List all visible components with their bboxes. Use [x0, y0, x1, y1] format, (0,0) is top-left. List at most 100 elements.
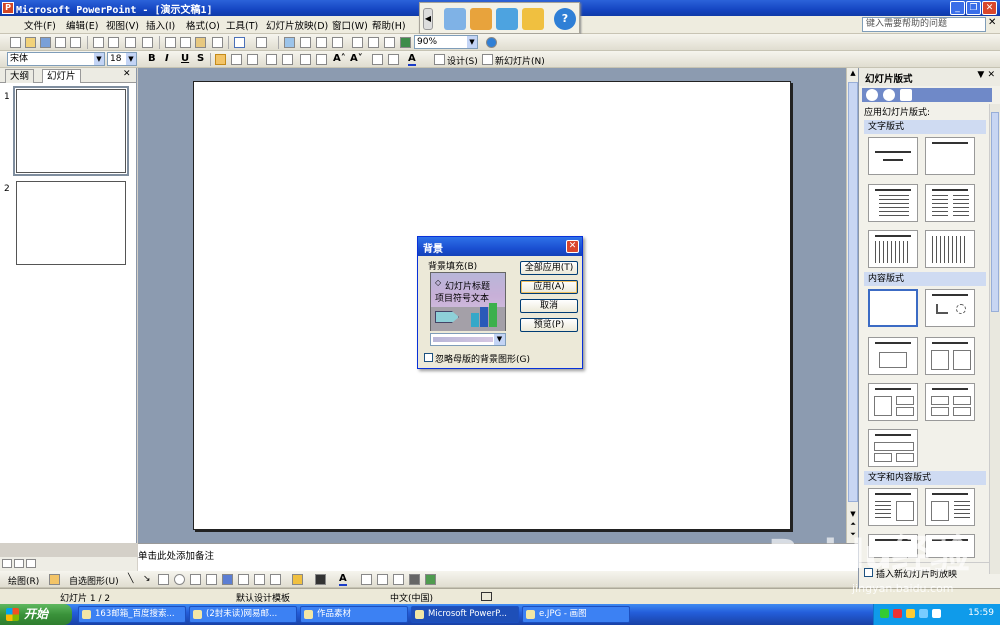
wordart-icon[interactable]: [222, 574, 233, 585]
layout-vertical-text[interactable]: [868, 230, 918, 268]
menu-tools[interactable]: 工具(T): [226, 18, 258, 32]
tray-icon-2[interactable]: [893, 609, 902, 618]
paste-icon[interactable]: [195, 37, 206, 48]
back-icon[interactable]: [866, 89, 878, 101]
palette-tool-3-icon[interactable]: [496, 8, 518, 30]
chevron-down-icon[interactable]: ▼: [494, 334, 505, 345]
design-button[interactable]: 设计(S): [447, 54, 478, 67]
tray-icon-3[interactable]: [906, 609, 915, 618]
open-icon[interactable]: [25, 37, 36, 48]
dialog-close-button[interactable]: ✕: [566, 240, 579, 253]
arrow-style-icon[interactable]: [393, 574, 404, 585]
color-grayscale-icon[interactable]: [400, 37, 411, 48]
menu-slideshow[interactable]: 幻灯片放映(D): [266, 18, 328, 32]
justify-icon[interactable]: [266, 54, 277, 65]
menu-help[interactable]: 帮助(H): [372, 18, 406, 32]
columns-icon[interactable]: [282, 54, 293, 65]
menu-window[interactable]: 窗口(W): [332, 18, 368, 32]
preview-button[interactable]: 预览(P): [520, 318, 578, 332]
menu-format[interactable]: 格式(O): [186, 18, 220, 32]
arrow-icon[interactable]: ↘: [143, 574, 151, 584]
spelling-icon[interactable]: [125, 37, 136, 48]
expand-all-icon[interactable]: [352, 37, 363, 48]
cancel-button[interactable]: 取消: [520, 299, 578, 313]
layout-title-slide[interactable]: [868, 137, 918, 175]
task-folder[interactable]: 作品素材: [300, 606, 408, 623]
palette-back-icon[interactable]: ◀: [423, 8, 433, 30]
line-icon[interactable]: ╲: [128, 574, 133, 584]
new-slide-button[interactable]: 新幻灯片(N): [495, 54, 545, 67]
show-formatting-icon[interactable]: [368, 37, 379, 48]
close-window-button[interactable]: ✕: [982, 1, 997, 15]
format-painter-icon[interactable]: [212, 37, 223, 48]
scroll-thumb[interactable]: [848, 82, 858, 502]
layout-title-text[interactable]: [868, 184, 918, 222]
increase-indent-icon[interactable]: [388, 54, 399, 65]
autoshapes-button[interactable]: 自选图形(U): [69, 574, 119, 587]
align-center-icon[interactable]: [231, 54, 242, 65]
cut-icon[interactable]: [165, 37, 176, 48]
layout-title-four-content[interactable]: [925, 383, 975, 421]
diagram-icon[interactable]: [238, 574, 249, 585]
redo-icon[interactable]: [256, 37, 267, 48]
insert-table-icon[interactable]: [300, 37, 311, 48]
italic-button[interactable]: I: [165, 53, 169, 64]
home-icon[interactable]: [900, 89, 912, 101]
powerpoint-icon[interactable]: P: [2, 2, 14, 14]
close-document-icon[interactable]: ✕: [988, 17, 996, 28]
layout-title-only[interactable]: [925, 137, 975, 175]
print-icon[interactable]: [93, 37, 104, 48]
menu-insert[interactable]: 插入(I): [146, 18, 175, 32]
dash-style-icon[interactable]: [377, 574, 388, 585]
task-mail[interactable]: (2封未读)网易邮...: [189, 606, 297, 623]
new-icon[interactable]: [10, 37, 21, 48]
task-163-search[interactable]: 163邮箱_百度搜索...: [78, 606, 186, 623]
select-objects-icon[interactable]: [49, 574, 60, 585]
task-paint[interactable]: e.JPG - 画图: [522, 606, 630, 623]
section-text-layouts[interactable]: 文字版式: [864, 120, 986, 134]
rectangle-icon[interactable]: [158, 574, 169, 585]
line-color-icon[interactable]: [315, 574, 326, 585]
clipart-icon[interactable]: [254, 574, 265, 585]
help-icon[interactable]: [486, 37, 497, 48]
font-select[interactable]: 宋体 ▼: [7, 52, 105, 66]
copy-icon[interactable]: [180, 37, 191, 48]
task-powerpoint[interactable]: Microsoft PowerP...: [411, 606, 519, 623]
font-color-button[interactable]: A: [408, 53, 416, 66]
layout-title-two-columns[interactable]: [925, 184, 975, 222]
palette-tool-2-icon[interactable]: [470, 8, 492, 30]
task-pane-scrollbar[interactable]: [989, 104, 1000, 574]
3d-style-icon[interactable]: [425, 574, 436, 585]
slide-sorter-icon[interactable]: [14, 559, 24, 568]
show-grid-icon[interactable]: [384, 37, 395, 48]
apply-all-button[interactable]: 全部应用(T): [520, 261, 578, 275]
ignore-master-checkbox[interactable]: [424, 353, 433, 362]
zoom-select[interactable]: 90% ▼: [414, 35, 478, 49]
email-icon[interactable]: [70, 37, 81, 48]
align-left-icon[interactable]: [215, 54, 226, 65]
forward-icon[interactable]: [883, 89, 895, 101]
slideshow-view-icon[interactable]: [26, 559, 36, 568]
line-style-icon[interactable]: [361, 574, 372, 585]
layout-title-content[interactable]: [868, 337, 918, 375]
section-content-layouts[interactable]: 内容版式: [864, 272, 986, 286]
normal-view-icon[interactable]: [2, 559, 12, 568]
insert-chart-icon[interactable]: [284, 37, 295, 48]
align-right-icon[interactable]: [247, 54, 258, 65]
layout-title-two-content[interactable]: [925, 337, 975, 375]
tray-icon-1[interactable]: [880, 609, 889, 618]
slide-thumbnail-2[interactable]: [16, 181, 126, 265]
menu-edit[interactable]: 编辑(E): [66, 18, 98, 32]
draw-menu-button[interactable]: 绘图(R): [8, 574, 39, 587]
palette-tool-1-icon[interactable]: [444, 8, 466, 30]
font-size-select[interactable]: 18 ▼: [107, 52, 137, 66]
shadow-button[interactable]: S: [197, 53, 204, 64]
close-task-pane-icon[interactable]: ▼ ✕: [977, 70, 995, 80]
bold-button[interactable]: B: [148, 53, 156, 64]
decrease-indent-icon[interactable]: [372, 54, 383, 65]
volume-icon[interactable]: [919, 609, 928, 618]
background-fill-select[interactable]: ▼: [430, 333, 506, 346]
draw-font-color-icon[interactable]: A: [339, 573, 347, 586]
close-pane-icon[interactable]: ✕: [123, 69, 131, 79]
save-icon[interactable]: [40, 37, 51, 48]
